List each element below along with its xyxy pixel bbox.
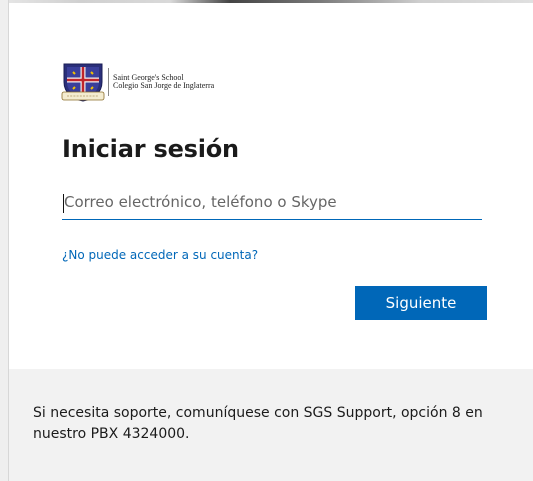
signin-card: Saint George's School Colegio San Jorge … [9,3,533,481]
school-crest-icon [61,63,105,102]
next-button[interactable]: Siguiente [355,286,487,320]
support-footer: Si necesita soporte, comuníquese con SGS… [9,369,533,481]
window-left-edge [0,0,9,481]
email-field[interactable] [62,188,482,220]
text-caret [63,194,64,213]
brand-name: Saint George's School Colegio San Jorge … [113,73,215,91]
brand-name-line2: Colegio San Jorge de Inglaterra [113,81,215,90]
cant-access-account-link[interactable]: ¿No puede acceder a su cuenta? [62,248,258,262]
brand-header: Saint George's School Colegio San Jorge … [60,62,214,102]
brand-divider [108,68,109,96]
support-text: Si necesita soporte, comuníquese con SGS… [33,405,483,442]
page-title: Iniciar sesión [62,135,239,163]
